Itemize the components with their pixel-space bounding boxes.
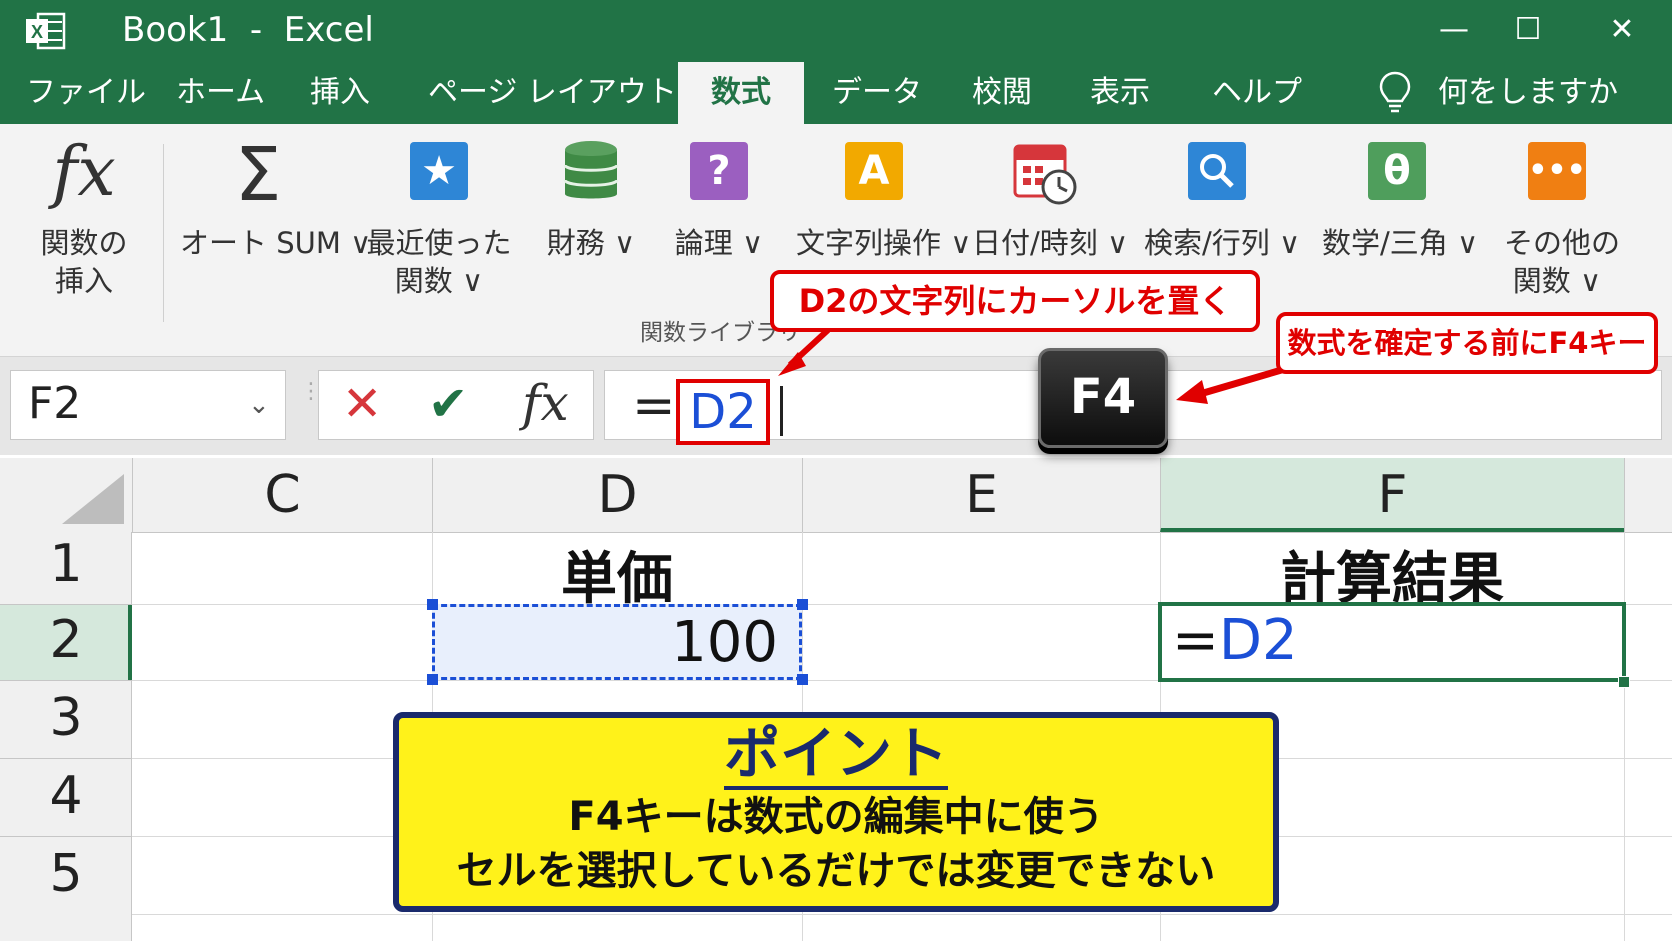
point-line-1: F4キーは数式の編集中に使う xyxy=(568,794,1104,840)
point-box: ポイント F4キーは数式の編集中に使う セルを選択しているだけでは変更できない xyxy=(393,712,1279,912)
callout-f4: 数式を確定する前にF4キー xyxy=(1276,312,1658,374)
callout-cursor: D2の文字列にカーソルを置く xyxy=(770,270,1260,332)
point-line-2: セルを選択しているだけでは変更できない xyxy=(456,848,1216,894)
f4-key-icon: F4 xyxy=(1038,348,1168,448)
point-title: ポイント xyxy=(724,724,948,790)
